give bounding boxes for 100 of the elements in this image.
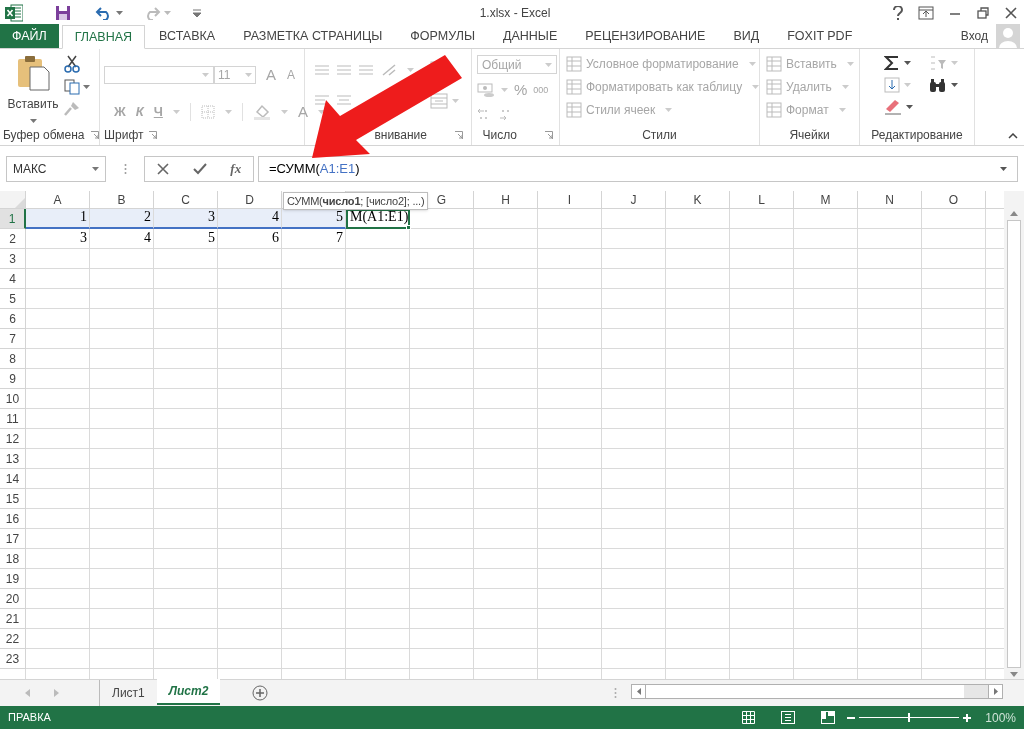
scroll-up-icon[interactable] [1010,211,1018,216]
dialog-launcher-icon[interactable] [455,131,463,139]
caret-icon[interactable] [92,166,99,171]
sheet-tab[interactable]: Лист2 [156,679,221,705]
spreadsheet-icon[interactable] [5,3,23,22]
caret-icon[interactable] [116,10,123,15]
row-header[interactable]: 4 [0,269,26,289]
autosum-icon[interactable] [884,55,900,71]
find-icon[interactable] [929,77,947,93]
column-header[interactable]: J [602,191,666,209]
zoom-in-icon[interactable] [963,713,972,722]
row-header[interactable]: 9 [0,369,26,389]
row-header[interactable]: 8 [0,349,26,369]
row-header[interactable]: 20 [0,589,26,609]
row-header[interactable]: 13 [0,449,26,469]
close-icon[interactable] [1004,5,1018,20]
page-break-icon[interactable] [821,711,836,724]
row-header[interactable]: 22 [0,629,26,649]
zoom-slider[interactable] [859,713,960,722]
ribbon-tab[interactable]: ФОРМУЛЫ [396,24,489,48]
dialog-launcher-icon[interactable] [149,131,158,139]
table-cell[interactable]: 4 [90,229,154,249]
fill-color-icon[interactable] [252,103,271,120]
customize-icon[interactable] [193,8,201,17]
caret-icon[interactable] [951,83,958,87]
ribbon-display-icon[interactable] [918,5,934,20]
restore-icon[interactable] [976,5,990,20]
ribbon-tab[interactable]: ГЛАВНАЯ [61,25,146,49]
dialog-launcher-icon[interactable] [545,131,553,139]
row-header[interactable]: 6 [0,309,26,329]
align-left-icon[interactable] [315,93,329,107]
row-header[interactable]: 18 [0,549,26,569]
splitter-icon[interactable] [123,162,127,175]
scroll-down-icon[interactable] [1010,672,1018,677]
scroll-right-icon[interactable] [993,688,998,695]
column-header[interactable]: C [154,191,218,209]
splitter-icon[interactable] [614,687,618,699]
format-painter-icon[interactable] [64,101,80,117]
column-header[interactable]: I [538,191,602,209]
row-header[interactable]: 10 [0,389,26,409]
row-header[interactable]: 23 [0,649,26,669]
ribbon-tab[interactable]: ВИД [719,24,774,48]
table-cell[interactable]: 5 [154,229,218,249]
column-header[interactable]: B [90,191,154,209]
fill-icon[interactable] [884,77,900,93]
normal-view-icon[interactable] [742,711,756,724]
save-icon[interactable] [55,4,71,21]
collapse-ribbon-icon[interactable] [1008,133,1018,139]
font-name-field[interactable] [104,66,214,85]
caret-icon[interactable] [83,85,90,89]
column-header[interactable]: D [218,191,282,209]
caret-icon[interactable] [29,119,37,123]
dialog-launcher-icon[interactable] [90,131,99,139]
ribbon-tab[interactable]: ДАННЫЕ [488,24,572,48]
currency-icon[interactable] [477,82,495,99]
copy-icon[interactable] [64,79,80,95]
column-header[interactable]: O [922,191,986,209]
sign-in-link[interactable]: Вход [960,27,988,45]
column-header[interactable]: L [730,191,794,209]
table-cell[interactable]: 6 [218,229,282,249]
fill-handle[interactable] [406,225,411,230]
ribbon-tab[interactable]: РАЗМЕТКА СТРАНИЦЫ [229,24,397,48]
zoom-level[interactable]: 100% [985,708,1016,727]
ribbon-tab[interactable]: ВСТАВКА [145,24,230,48]
table-cell[interactable]: 7 [282,229,346,249]
column-header[interactable]: H [474,191,538,209]
table-cell[interactable]: 1 [26,209,90,229]
column-header[interactable]: N [858,191,922,209]
help-icon[interactable] [892,5,904,20]
caret-icon[interactable] [906,105,913,109]
next-sheet-icon[interactable] [54,689,59,697]
page-layout-icon[interactable] [781,711,796,724]
caret-icon[interactable] [1000,166,1007,171]
table-cell[interactable]: 4 [218,209,282,229]
file-tab[interactable]: ФАЙЛ [0,24,59,48]
row-header[interactable]: 19 [0,569,26,589]
name-box[interactable]: МАКС [6,155,106,182]
row-header[interactable]: 2 [0,229,26,249]
add-sheet-icon[interactable] [252,685,269,701]
column-header[interactable]: M [794,191,858,209]
previous-sheet-icon[interactable] [25,689,30,697]
scissors-icon[interactable] [64,55,80,73]
ribbon-tab[interactable]: FOXIT PDF [773,24,867,48]
row-header[interactable]: 5 [0,289,26,309]
row-header[interactable]: 14 [0,469,26,489]
row-header[interactable]: 15 [0,489,26,509]
sheet-tab[interactable]: Лист1 [100,680,157,706]
row-header[interactable]: 12 [0,429,26,449]
caret-icon[interactable] [317,109,325,114]
paste-button[interactable]: Вставить [4,55,62,125]
table-cell[interactable]: 3 [26,229,90,249]
sort-filter-icon[interactable] [929,55,947,71]
table-cell[interactable]: 3 [154,209,218,229]
table-cell[interactable]: 5 [282,209,346,229]
caret-icon[interactable] [904,61,911,65]
row-header[interactable]: 17 [0,529,26,549]
horizontal-scrollbar[interactable] [631,684,1004,699]
zoom-slider-thumb[interactable] [908,713,911,722]
formula-field[interactable]: =СУММ(A1:E1) [258,155,1018,182]
scroll-left-icon[interactable] [636,688,641,695]
